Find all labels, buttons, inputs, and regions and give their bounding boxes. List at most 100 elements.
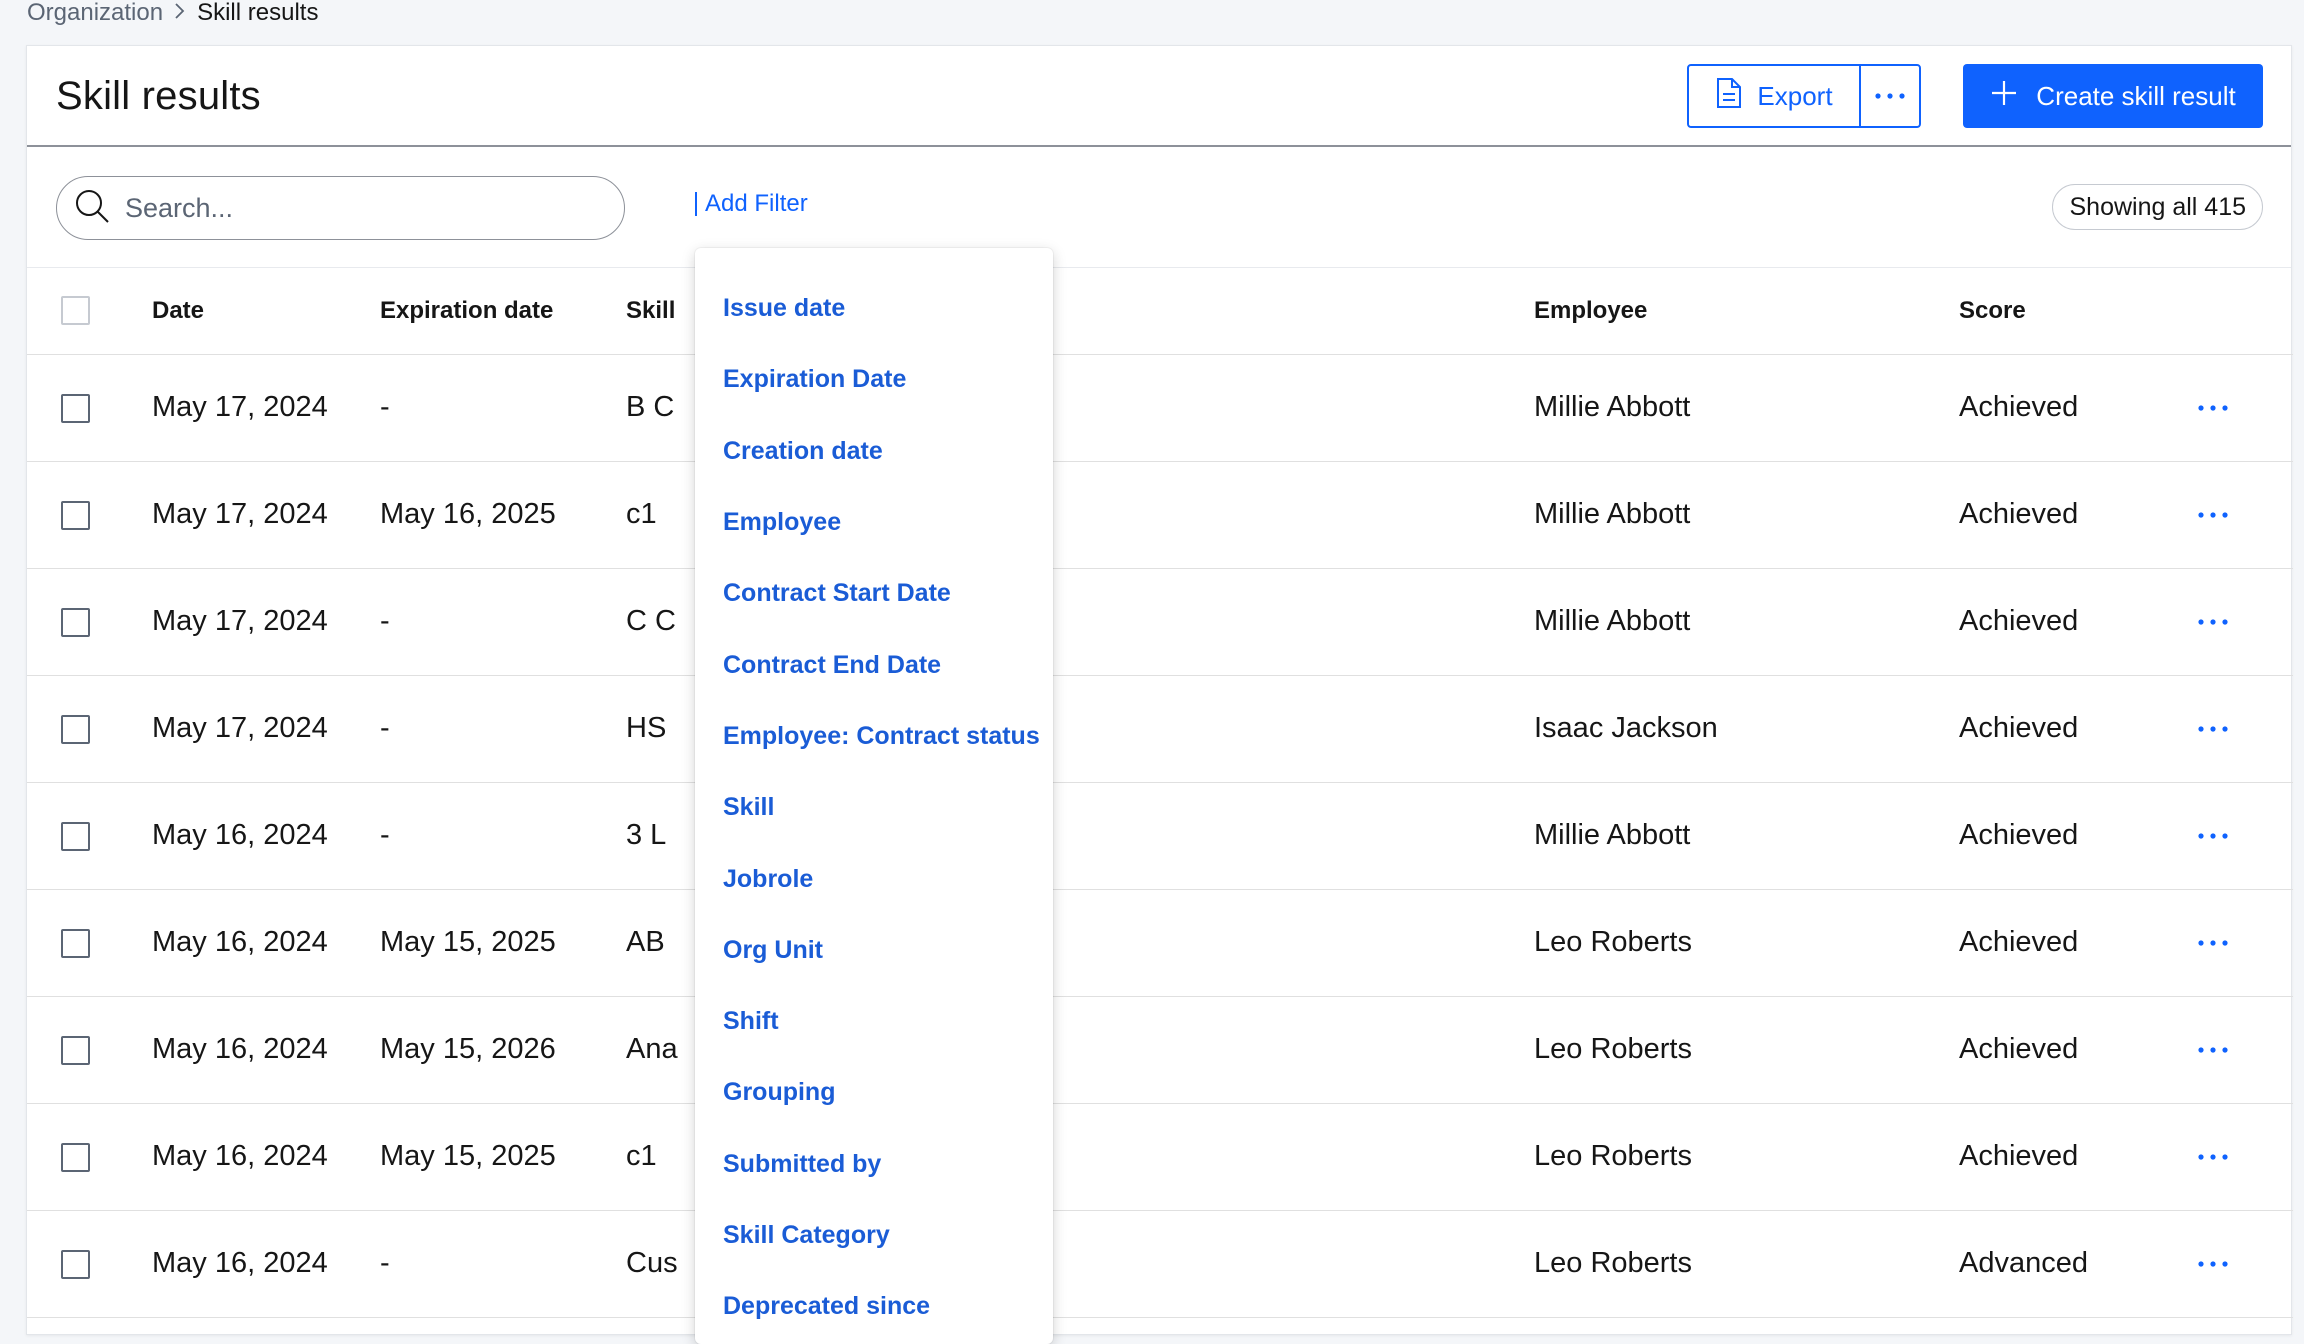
filter-menu-item[interactable]: Contract End Date [695,629,1053,700]
table-row[interactable]: May 16, 2024 - Cus Leo Roberts Advanced [27,1210,2293,1317]
column-header-expiration[interactable]: Expiration date [380,268,626,355]
row-overflow-menu-icon[interactable] [2189,1244,2237,1284]
table-row[interactable]: May 17, 2024 - C C Millie Abbott Achieve… [27,568,2293,675]
cell-date: May 17, 2024 [152,712,328,744]
filter-menu-item[interactable]: Skill [695,772,1053,843]
export-button-group: Export [1687,64,1921,128]
column-header-actions [2189,268,2293,355]
export-label: Export [1757,80,1833,111]
export-more-button[interactable] [1861,66,1919,126]
page-title: Skill results [56,74,261,118]
cell-actions [2189,675,2293,782]
row-checkbox[interactable] [61,607,90,637]
cell-score: Achieved [1959,712,2079,744]
table-row[interactable]: May 16, 2024 May 15, 2026 Ana Leo Robert… [27,996,2293,1103]
column-header-score[interactable]: Score [1959,268,2189,355]
cell-actions [2189,889,2293,996]
cell-date: May 16, 2024 [152,1140,328,1172]
row-select-cell [27,782,152,889]
table-row[interactable]: May 16, 2024 May 15, 2025 c1 Leo Roberts… [27,1103,2293,1210]
cell-expiration: - [380,819,390,851]
row-checkbox[interactable] [61,500,90,530]
row-checkbox[interactable] [61,928,90,958]
row-overflow-menu-icon[interactable] [2189,1137,2237,1177]
filter-menu-item[interactable]: Employee [695,487,1053,558]
filter-menu-item[interactable]: Deprecated since [695,1271,1053,1342]
filter-menu-item[interactable]: Issue date [695,273,1053,344]
cell-employee: Leo Roberts [1534,1247,1692,1279]
filter-menu-item[interactable]: Employee: Contract status [695,701,1053,772]
cell-score: Achieved [1959,1033,2079,1065]
cell-expiration: May 16, 2025 [380,498,556,530]
filter-menu-item[interactable]: Grouping [695,1057,1053,1128]
row-select-cell [27,568,152,675]
add-filter-icon [695,192,697,216]
row-checkbox[interactable] [61,1249,90,1279]
filter-menu-item[interactable]: Org Unit [695,915,1053,986]
cell-expiration: - [380,712,390,744]
cell-score: Achieved [1959,819,2079,851]
row-overflow-menu-icon[interactable] [2189,816,2237,856]
overflow-menu-icon [1874,87,1906,105]
add-filter-label: Add Filter [705,190,808,217]
cell-date: May 17, 2024 [152,391,328,423]
export-button[interactable]: Export [1689,66,1861,126]
row-overflow-menu-icon[interactable] [2189,495,2237,535]
cell-score: Advanced [1959,1247,2088,1279]
search-input[interactable] [125,192,565,224]
cell-actions [2189,782,2293,889]
cell-employee: Millie Abbott [1534,498,1691,530]
row-select-cell [27,996,152,1103]
add-filter-menu: Issue date Expiration Date Creation date Em… [695,248,1053,1344]
row-checkbox[interactable] [61,1035,90,1065]
table-row[interactable]: May 17, 2024 May 16, 2025 c1 Millie Abbo… [27,461,2293,568]
cell-expiration: May 15, 2025 [380,926,556,958]
row-overflow-menu-icon[interactable] [2189,602,2237,642]
filter-menu-item[interactable]: Shift [695,986,1053,1057]
cell-expiration: May 15, 2025 [380,1140,556,1172]
cell-expiration: - [380,1247,390,1279]
table-header-row: Date Expiration date Skill Employee Scor… [27,268,2293,355]
select-all-checkbox[interactable] [61,296,90,326]
column-header-employee[interactable]: Employee [1534,268,1959,355]
cell-date: May 16, 2024 [152,1247,328,1279]
cell-date: May 17, 2024 [152,605,328,637]
row-overflow-menu-icon[interactable] [2189,923,2237,963]
row-select-cell [27,889,152,996]
document-icon [1715,77,1743,116]
cell-score: Achieved [1959,1140,2079,1172]
row-overflow-menu-icon[interactable] [2189,388,2237,428]
filter-menu-item[interactable]: Submitted by [695,1129,1053,1200]
column-header-date[interactable]: Date [152,268,380,355]
filter-menu-item[interactable]: Jobrole [695,843,1053,914]
filter-menu-item[interactable]: Contract Start Date [695,558,1053,629]
row-select-cell [27,1103,152,1210]
table-row[interactable]: May 17, 2024 - HS Isaac Jackson Achieved [27,675,2293,782]
row-checkbox[interactable] [61,821,90,851]
cell-actions [2189,1103,2293,1210]
cell-actions [2189,354,2293,461]
table-row[interactable]: May 17, 2024 - B C Millie Abbott Achieve… [27,354,2293,461]
filter-menu-item[interactable]: Creation date [695,416,1053,487]
cell-employee: Leo Roberts [1534,1033,1692,1065]
plus-icon [1990,79,2018,114]
cell-date: May 16, 2024 [152,819,328,851]
breadcrumb-organization-link[interactable]: Organization [27,0,163,26]
filter-menu-item[interactable]: Skill Category [695,1200,1053,1271]
skill-results-card: Skill results Export Create skill result… [26,45,2293,1344]
create-skill-result-button[interactable]: Create skill result [1963,64,2263,128]
table-row[interactable]: May 16, 2024 - 3 L Millie Abbott Achieve… [27,782,2293,889]
cell-employee: Millie Abbott [1534,605,1691,637]
row-overflow-menu-icon[interactable] [2189,709,2237,749]
row-checkbox[interactable] [61,1142,90,1172]
row-checkbox[interactable] [61,393,90,423]
row-overflow-menu-icon[interactable] [2189,1030,2237,1070]
cell-expiration: - [380,605,390,637]
skill-results-table: Date Expiration date Skill Employee Scor… [27,268,2293,1318]
cell-date: May 17, 2024 [152,498,328,530]
filter-menu-item[interactable]: Expiration Date [695,344,1053,415]
table-row[interactable]: May 16, 2024 May 15, 2025 AB Leo Roberts… [27,889,2293,996]
row-checkbox[interactable] [61,714,90,744]
add-filter-button[interactable]: Add Filter [695,184,808,224]
cell-employee: Leo Roberts [1534,1140,1692,1172]
